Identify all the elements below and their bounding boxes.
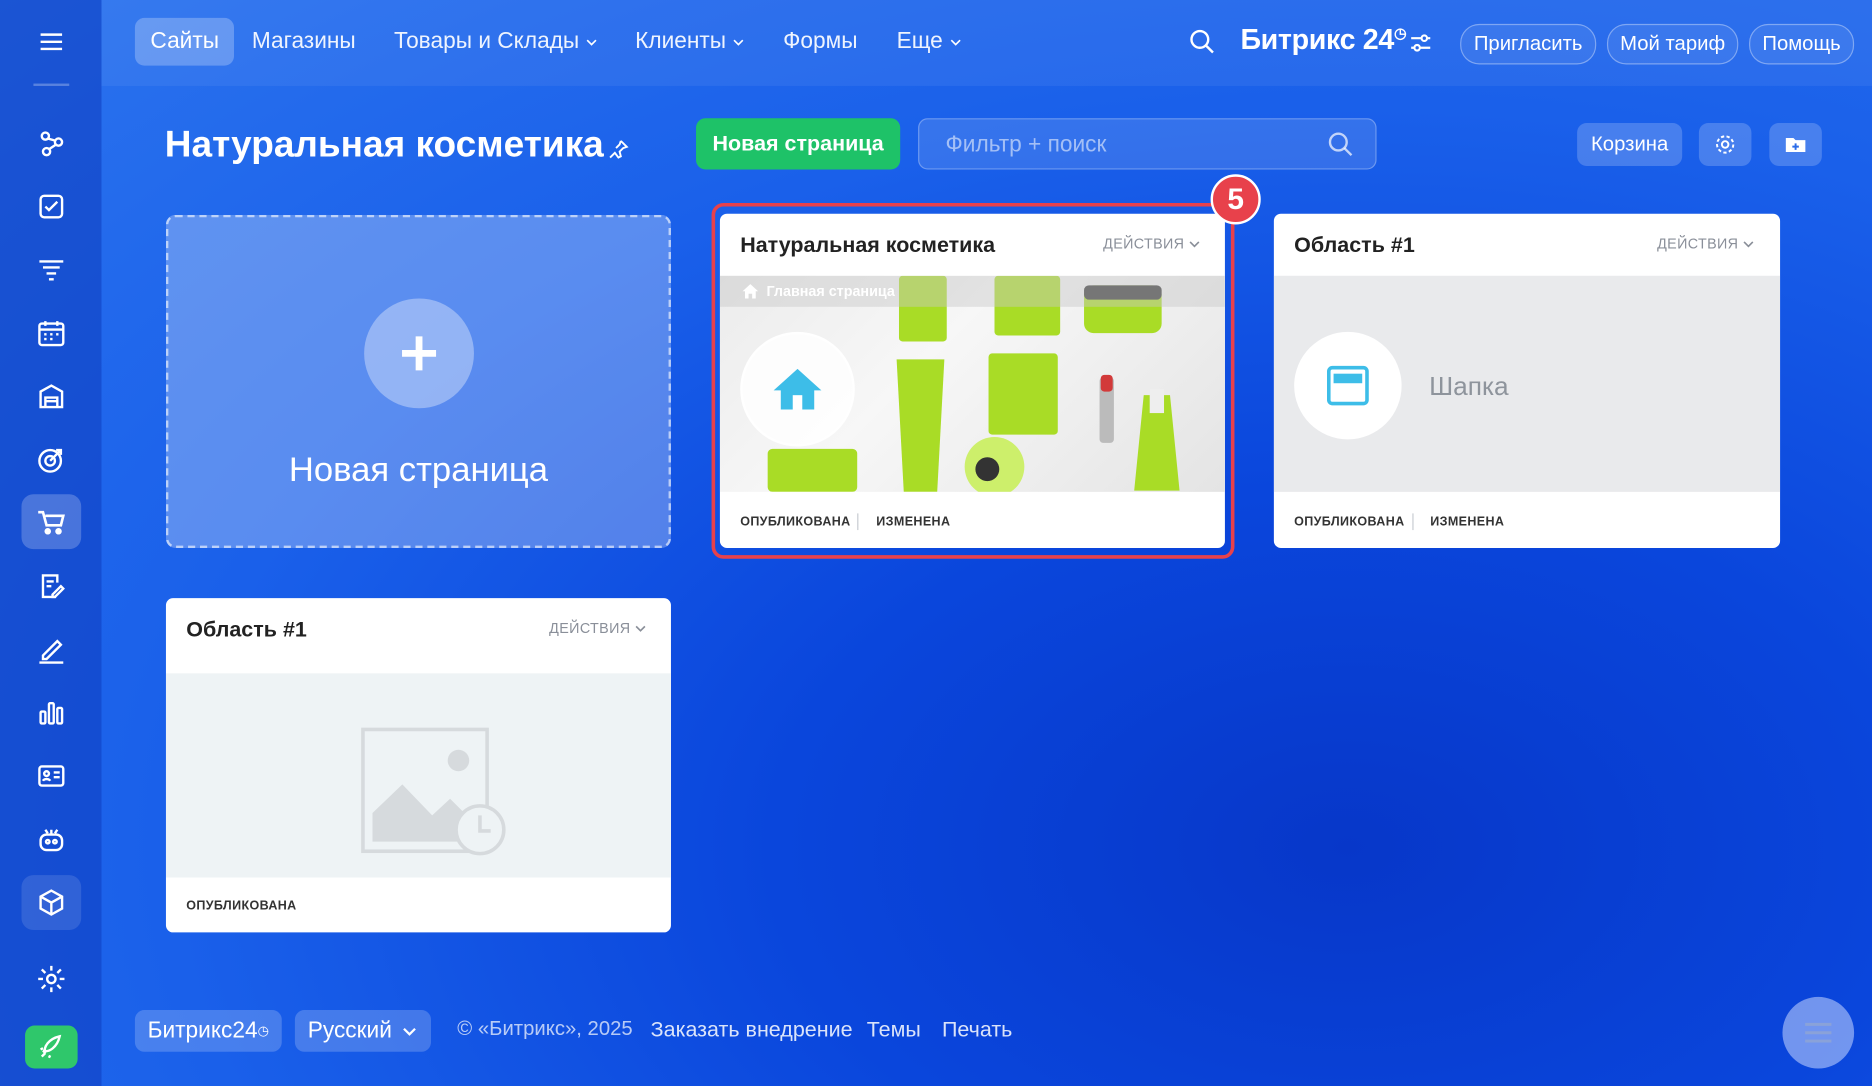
page-title-text: Натуральная косметика (164, 122, 604, 165)
app-window: Сайты Магазины Товары и Склады Клиенты Ф… (0, 0, 1872, 1086)
chevron-down-icon (1743, 240, 1754, 247)
folder-add-icon (1785, 137, 1806, 153)
language-label: Русский (307, 1017, 392, 1043)
chat-button[interactable] (1782, 996, 1855, 1069)
order-implementation-link[interactable]: Заказать внедрение (651, 1017, 853, 1042)
trash-button[interactable]: Корзина (1577, 122, 1683, 166)
print-link[interactable]: Печать (942, 1017, 1012, 1042)
search-icon[interactable] (1189, 29, 1215, 55)
step-number: 5 (1227, 182, 1244, 216)
card-title: Область #1 (186, 617, 307, 642)
actions-label: ДЕЙСТВИЯ (549, 619, 631, 637)
nav-forms-label: Формы (783, 28, 858, 54)
invite-button[interactable]: Пригласить (1460, 23, 1597, 65)
sliders-icon[interactable] (1409, 31, 1433, 55)
new-page-tile-label: Новая страница (288, 451, 549, 490)
contact-card-icon[interactable] (21, 749, 81, 804)
menu-icon[interactable] (21, 14, 81, 69)
actions-label: ДЕЙСТВИЯ (1657, 235, 1739, 252)
card-actions-menu[interactable]: ДЕЙСТВИЯ (1657, 235, 1755, 252)
clock-icon: ◷ (257, 1024, 270, 1039)
box-icon[interactable] (21, 875, 82, 931)
clock-icon: ◷ (1393, 25, 1407, 42)
page-preview[interactable]: Шапка (1273, 275, 1781, 492)
nav-products-warehouses[interactable]: Товары и Склады (394, 18, 598, 66)
new-page-tile[interactable]: Новая страница (165, 214, 671, 548)
area-icon-circle (1294, 331, 1402, 440)
chevron-down-icon (635, 625, 646, 632)
trash-label: Корзина (1590, 132, 1669, 156)
target-icon[interactable] (21, 432, 81, 487)
status-published: ОПУБЛИКОВАНА (186, 898, 297, 914)
step-badge: 5 (1210, 174, 1261, 225)
card-actions-menu[interactable]: ДЕЙСТВИЯ (549, 619, 647, 637)
store-icon[interactable] (21, 369, 81, 424)
site-page-card-area-empty[interactable]: Область #1 ДЕЙСТВИЯ ОПУБЛИКОВАНА (165, 598, 671, 933)
help-button[interactable]: Помощь (1749, 23, 1855, 65)
language-select[interactable]: Русский (294, 1010, 431, 1052)
nav-more[interactable]: Еще (897, 18, 962, 66)
search-input[interactable] (943, 128, 1330, 163)
nav-sites[interactable]: Сайты (134, 17, 235, 66)
chevron-down-icon (950, 39, 961, 46)
robot-icon[interactable] (21, 812, 81, 867)
nav-shops[interactable]: Магазины (252, 18, 356, 66)
plus-icon (364, 298, 474, 409)
nav-clients[interactable]: Клиенты (635, 18, 745, 66)
analytics-icon[interactable] (21, 685, 81, 740)
chevron-down-icon (586, 39, 597, 46)
footer-bitrix-button[interactable]: Битрикс24 ◷ (134, 1010, 282, 1052)
sign-icon[interactable] (21, 622, 81, 677)
status-changed: ИЗМЕНЕНА (1430, 514, 1505, 529)
nav-forms[interactable]: Формы (783, 18, 857, 66)
help-label: Помощь (1762, 32, 1841, 55)
my-tariff-button[interactable]: Мой тариф (1606, 23, 1739, 65)
nav-products-label: Товары и Склады (393, 28, 580, 54)
settings-button[interactable] (1698, 122, 1752, 166)
status-divider (1412, 513, 1414, 531)
highlight-frame (711, 202, 1235, 559)
filter-search-field[interactable] (918, 118, 1377, 170)
header-block-icon (1326, 365, 1369, 406)
card-title: Область #1 (1294, 232, 1415, 257)
crm-icon[interactable] (21, 116, 81, 171)
settings-icon[interactable] (21, 952, 81, 1007)
document-edit-icon[interactable] (21, 559, 81, 614)
tariff-label: Мой тариф (1620, 32, 1726, 55)
new-page-button-label: Новая страница (712, 131, 884, 156)
copyright-text: © «Битрикс», 2025 (457, 1017, 633, 1040)
nav-shops-label: Магазины (251, 28, 356, 54)
logo-text: Битрикс 24 (1240, 23, 1394, 57)
cart-icon[interactable] (21, 494, 82, 550)
folder-add-button[interactable] (1769, 122, 1822, 166)
site-page-card-area-header[interactable]: Область #1 ДЕЙСТВИЯ Шапка ОПУБЛИКОВАНА И… (1273, 213, 1781, 548)
themes-link[interactable]: Темы (867, 1017, 921, 1042)
nav-clients-label: Клиенты (635, 28, 727, 54)
nav-sites-label: Сайты (150, 28, 220, 54)
chevron-down-icon (403, 1027, 417, 1036)
footer-brand-label: Битрикс24 (147, 1017, 258, 1043)
area-preview-label: Шапка (1429, 371, 1509, 402)
search-icon[interactable] (1328, 131, 1354, 157)
list-icon (1805, 1022, 1832, 1043)
bitrix24-logo[interactable]: Битрикс 24◷ (1240, 24, 1406, 57)
rocket-icon[interactable] (25, 1025, 78, 1069)
left-sidebar (0, 0, 102, 1086)
page-preview[interactable] (165, 673, 671, 878)
nav-more-label: Еще (896, 28, 943, 54)
new-page-button[interactable]: Новая страница (696, 118, 901, 170)
status-published: ОПУБЛИКОВАНА (1294, 514, 1405, 529)
page-title: Натуральная косметика (165, 123, 604, 166)
pin-icon[interactable] (606, 137, 630, 161)
gear-icon (1716, 135, 1735, 154)
sidebar-divider (33, 83, 70, 86)
chevron-down-icon (733, 39, 744, 46)
funnel-icon[interactable] (21, 242, 81, 297)
image-placeholder-icon (361, 727, 506, 856)
invite-label: Пригласить (1473, 32, 1583, 55)
calendar-icon[interactable] (21, 306, 81, 361)
tasks-icon[interactable] (21, 179, 81, 234)
